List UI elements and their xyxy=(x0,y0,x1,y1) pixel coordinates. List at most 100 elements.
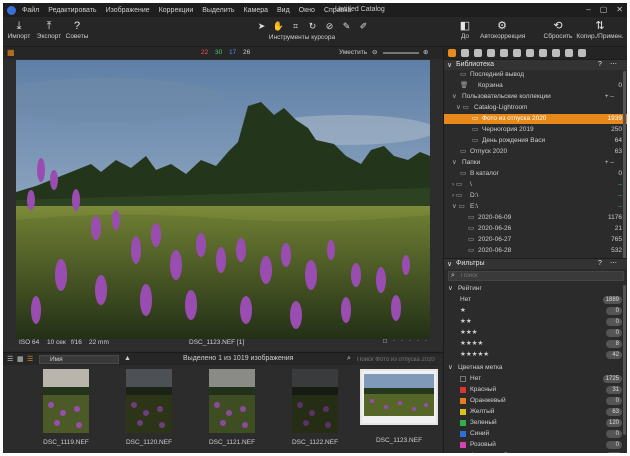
library-item[interactable]: 🗑 Корзина 0 xyxy=(444,81,627,91)
crop-tool-icon[interactable]: ⌗ xyxy=(289,20,302,32)
color-label-filter-row[interactable]: Зеленый 120 xyxy=(444,418,627,428)
rating-filter-row[interactable]: ★★ 0 xyxy=(444,317,627,327)
rating-filter-row[interactable]: ★★★ 0 xyxy=(444,328,627,338)
browser-search-input[interactable] xyxy=(357,355,443,364)
filter-scrollbar[interactable] xyxy=(623,285,626,435)
exposure-tab-icon[interactable] xyxy=(500,49,508,57)
filter-group-header[interactable]: ∨ Рейтинг xyxy=(444,284,627,294)
menu-file[interactable]: Файл xyxy=(22,7,39,14)
rating-filter-row[interactable]: ★★★★★ 42 xyxy=(444,350,627,360)
color-label-filter-row[interactable]: Розовый 0 xyxy=(444,440,627,450)
detail-tab-icon[interactable] xyxy=(513,49,521,57)
rating-filter-row[interactable]: Нет 1889 xyxy=(444,295,627,305)
library-item[interactable]: › ▭ \ – xyxy=(444,180,627,190)
color-label-filter-row[interactable]: Красный 31 xyxy=(444,385,627,395)
local-tab-icon[interactable] xyxy=(526,49,534,57)
zoom-in-icon[interactable]: ⊕ xyxy=(423,48,428,56)
more-icon[interactable]: ⋯ xyxy=(610,259,617,267)
collapse-icon[interactable]: ∨ xyxy=(447,260,452,268)
lens-tab-icon[interactable] xyxy=(474,49,482,57)
help-icon[interactable]: ? xyxy=(598,61,602,68)
menu-select[interactable]: Выделить xyxy=(202,7,234,14)
before-button[interactable]: ◧ До xyxy=(455,19,475,40)
rating-filter-row[interactable]: ★ 0 xyxy=(444,306,627,316)
filters-section-header[interactable]: ∨ Фильтры ? ⋯ xyxy=(444,258,627,269)
main-photo[interactable] xyxy=(16,60,430,339)
collection-group-header[interactable]: ∨ Пользовательские коллекции + – xyxy=(444,92,627,102)
library-item[interactable]: ▭ 2020-06-27 765 xyxy=(444,235,627,245)
color-label-filter-row[interactable]: Фиолетовый 0 xyxy=(444,451,627,453)
library-item[interactable]: ▭ Фото из отпуска 2020 1939 xyxy=(444,114,627,124)
collapse-icon[interactable]: ∨ xyxy=(448,284,453,294)
color-tab-icon[interactable] xyxy=(487,49,495,57)
export-button[interactable]: ⤒ Экспорт xyxy=(35,19,63,40)
menu-image[interactable]: Изображение xyxy=(106,7,150,14)
add-icon[interactable]: + – xyxy=(605,158,614,168)
library-item[interactable]: ∨ ▭ Catalog-Lightroom xyxy=(444,103,627,113)
list-view-icon[interactable]: ☰ xyxy=(7,355,13,363)
rating-filter-row[interactable]: ★★★★ 8 xyxy=(444,339,627,349)
library-item[interactable]: ▭ Отпуск 2020 63 xyxy=(444,147,627,157)
grid-view-icon[interactable]: ▦ xyxy=(7,48,15,57)
library-tab-icon[interactable] xyxy=(448,49,456,57)
proof-icon[interactable]: □ xyxy=(383,338,387,345)
library-section-header[interactable]: ∨ Библиотека ? ⋯ xyxy=(444,59,627,70)
copy-apply-button[interactable]: ⇅ Копир./Примен. xyxy=(575,19,625,40)
collection-group-header[interactable]: ∨ Папки + – xyxy=(444,158,627,168)
library-item[interactable]: ▭ 2020-06-26 21 xyxy=(444,224,627,234)
color-label-filter-row[interactable]: Синий 0 xyxy=(444,429,627,439)
help-icon[interactable]: ? xyxy=(598,260,602,267)
color-label-filter-row[interactable]: Нет 1725 xyxy=(444,374,627,384)
color-label-filter-row[interactable]: Оранжевый 0 xyxy=(444,396,627,406)
browser-search-icon[interactable]: ⌕ xyxy=(347,355,351,363)
pan-tool-icon[interactable]: ✋ xyxy=(272,20,285,32)
library-item[interactable]: ▭ 2020-06-28 532 xyxy=(444,246,627,256)
grid-view-small-icon[interactable]: ▦ xyxy=(17,355,24,363)
maximize-icon[interactable]: ▢ xyxy=(600,5,608,14)
minimize-icon[interactable]: – xyxy=(586,5,590,14)
fit-label[interactable]: Уместить xyxy=(339,49,367,56)
output-tab-icon[interactable] xyxy=(539,49,547,57)
library-item[interactable]: › ▭ D:\ – xyxy=(444,191,627,201)
library-item[interactable]: ▭ В каталог 0 xyxy=(444,169,627,179)
filmstrip-view-icon[interactable]: ☰ xyxy=(27,355,33,363)
library-item[interactable]: ▭ 2020-06-09 1176 xyxy=(444,213,627,223)
heal-tool-icon[interactable]: ⊘ xyxy=(323,20,336,32)
color-label-filter-row[interactable]: Желтый 63 xyxy=(444,407,627,417)
library-item[interactable]: ▭ День рождения Васи 64 xyxy=(444,136,627,146)
rating-dots[interactable]: · · · · · xyxy=(393,337,429,344)
rotate-tool-icon[interactable]: ↻ xyxy=(306,20,319,32)
image-viewer[interactable] xyxy=(3,59,443,351)
picker-tool-icon[interactable]: ✎ xyxy=(340,20,353,32)
menu-adjustments[interactable]: Коррекции xyxy=(159,7,194,14)
sort-direction-icon[interactable]: ▲ xyxy=(124,355,131,362)
tips-button[interactable]: ? Советы xyxy=(65,19,89,40)
menu-window[interactable]: Окно xyxy=(299,7,315,14)
reset-button[interactable]: ⟲ Сбросить xyxy=(543,19,573,40)
add-icon[interactable]: + – xyxy=(605,92,614,102)
import-button[interactable]: ⤓ Импорт xyxy=(7,19,31,40)
zoom-slider[interactable] xyxy=(383,52,419,54)
capture-tab-icon[interactable] xyxy=(461,49,469,57)
sort-select[interactable]: Имя xyxy=(39,355,119,364)
zoom-out-icon[interactable]: ⊖ xyxy=(372,48,377,56)
filter-group-header[interactable]: ∨ Цветная метка xyxy=(444,363,627,373)
library-item[interactable]: ▭ Черногория 2019 250 xyxy=(444,125,627,135)
library-item[interactable]: ▭ Последний вывод xyxy=(444,70,627,80)
collapse-icon[interactable]: ∨ xyxy=(448,363,453,373)
settings-tab-icon[interactable] xyxy=(578,49,586,57)
library-scrollbar[interactable] xyxy=(623,71,626,261)
batch-tab-icon[interactable] xyxy=(565,49,573,57)
brush-tool-icon[interactable]: ✐ xyxy=(357,20,370,32)
metadata-tab-icon[interactable] xyxy=(552,49,560,57)
more-icon[interactable]: ⋯ xyxy=(610,60,617,68)
menu-edit[interactable]: Редактировать xyxy=(48,7,96,14)
filter-search-input[interactable] xyxy=(461,272,611,280)
pointer-tool-icon[interactable]: ➤ xyxy=(255,20,268,32)
menu-view[interactable]: Вид xyxy=(277,7,290,14)
library-item[interactable]: ∨ ▭ E:\ – xyxy=(444,202,627,212)
autocorrect-button[interactable]: ⚙ Автокоррекция xyxy=(480,19,525,40)
filter-search-box[interactable]: ⌕ xyxy=(448,271,624,281)
menu-camera[interactable]: Камера xyxy=(244,7,268,14)
collapse-icon[interactable]: ∨ xyxy=(447,61,452,69)
